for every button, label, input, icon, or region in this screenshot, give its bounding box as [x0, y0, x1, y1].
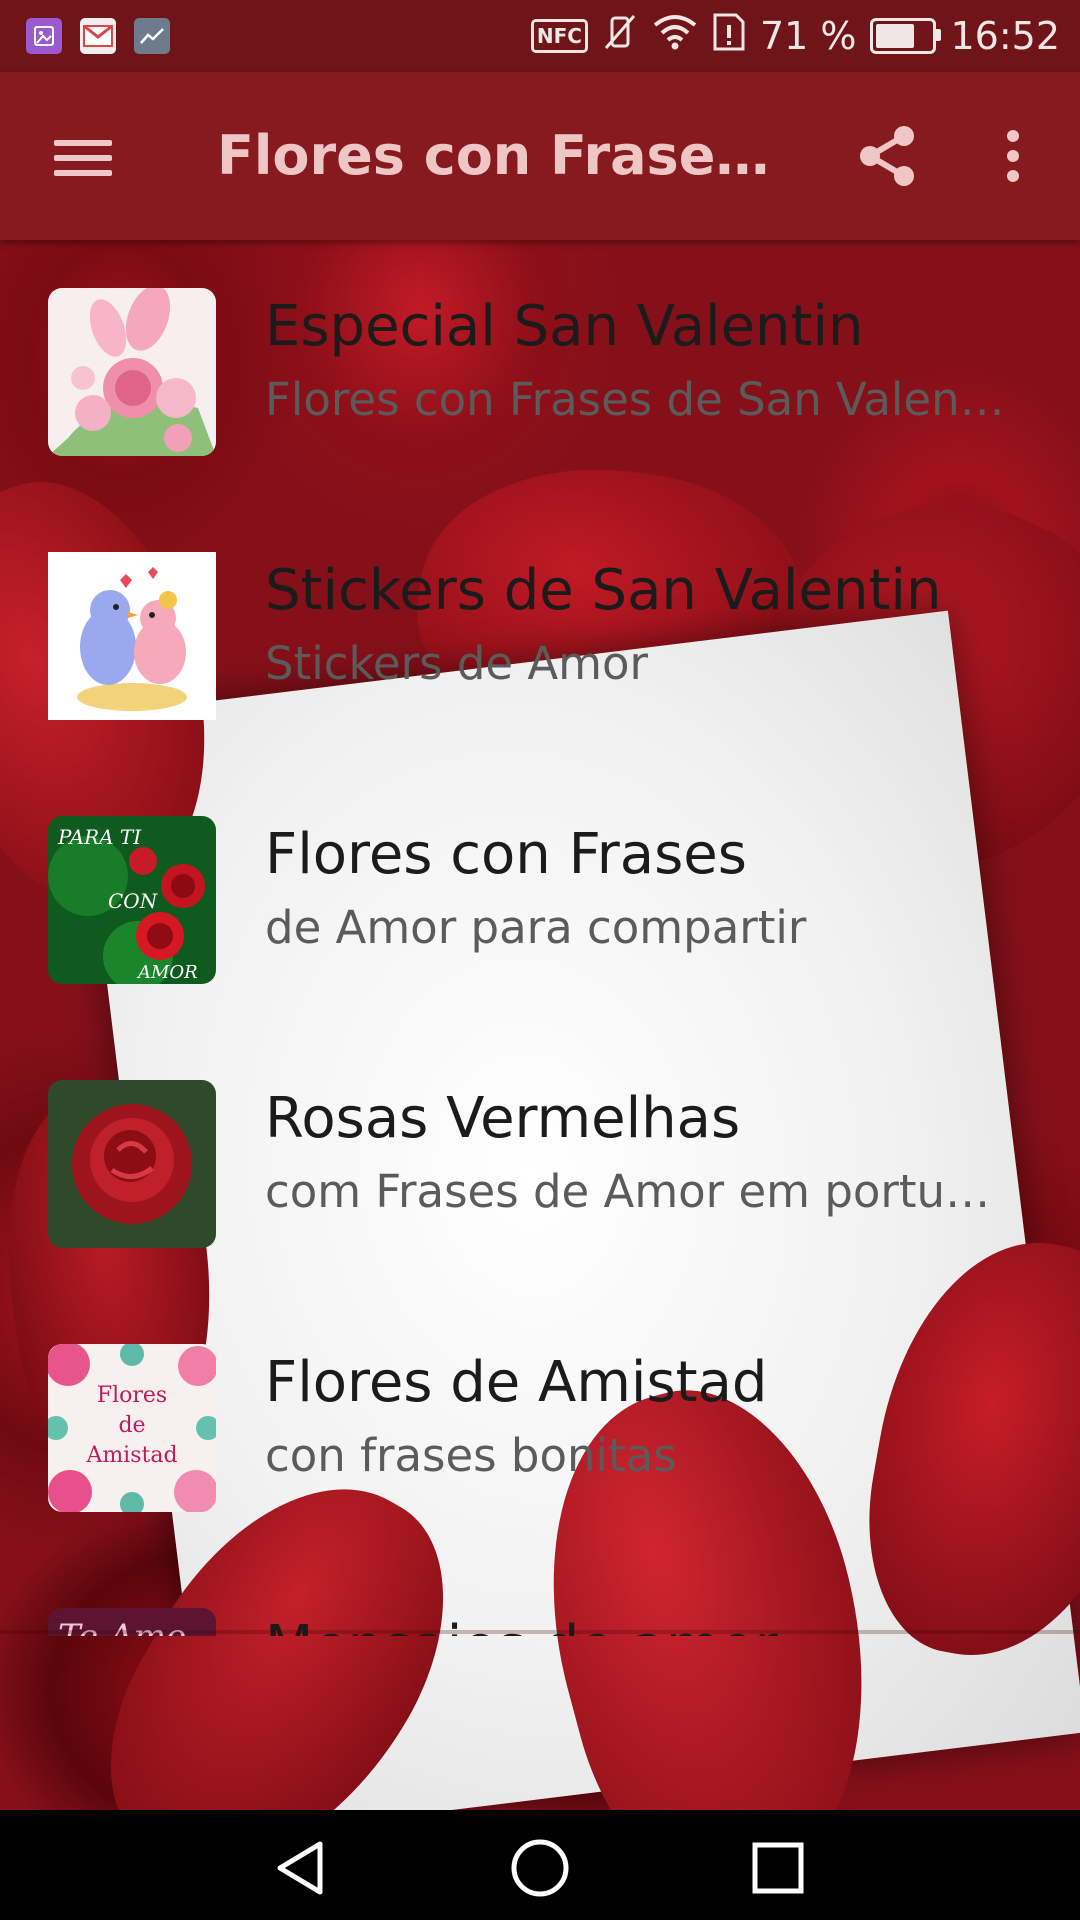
list-item[interactable]: Rosas Vermelhas com Frases de Amor em po… [0, 1032, 1080, 1296]
system-icons: NFC 71 % 16:52 [530, 10, 1060, 62]
love-birds-thumb [48, 552, 216, 720]
battery-percent: 71 % [759, 14, 857, 58]
app-bar: Flores con Frases de Amor [0, 72, 1080, 240]
app-title: Flores con Frases de Amor [217, 124, 787, 187]
status-bar: NFC 71 % 16:52 [0, 0, 1080, 72]
wifi-icon [652, 13, 698, 60]
back-icon[interactable] [262, 1828, 342, 1908]
notification-icons [26, 18, 170, 54]
nfc-icon: NFC [530, 19, 588, 53]
home-icon[interactable] [500, 1828, 580, 1908]
list-item-subtitle: con frases bonitas [265, 1429, 677, 1482]
list-item-subtitle: com Frases de Amor em portugues [265, 1165, 1015, 1218]
thumb-text-de: de [118, 1413, 145, 1438]
thumb-text-flores: Flores [97, 1383, 167, 1408]
screen: NFC 71 % 16:52 Flores con Frases Especia… [0, 0, 1080, 1920]
list-item-title: Flores de Amistad [265, 1350, 768, 1415]
battery-level [876, 24, 915, 48]
thumb-text-para-ti: PARA TI [57, 825, 142, 849]
pink-roses-thumb [48, 288, 216, 456]
thumb-text-amistad: Amistad [85, 1443, 177, 1468]
share-icon[interactable] [852, 120, 924, 192]
red-rose-thumb [48, 1080, 216, 1248]
list-item-subtitle: Stickers de Amor [265, 637, 649, 690]
list-item[interactable]: Te Amo Mensajes de amor [0, 1560, 1080, 1636]
list-item[interactable]: Flores de Amistad Flores de Amistad con … [0, 1296, 1080, 1560]
para-ti-con-amor-thumb: PARA TI CON AMOR [48, 816, 216, 984]
chart-notification-icon [134, 18, 170, 54]
list-item[interactable]: Especial San Valentin Flores con Frases … [0, 240, 1080, 504]
battery-icon [870, 18, 942, 54]
thumb-text-amor: AMOR [136, 962, 198, 983]
clock: 16:52 [950, 14, 1060, 58]
vibrate-off-icon [602, 12, 638, 61]
navigation-bar [0, 1810, 1080, 1920]
list-item[interactable]: PARA TI CON AMOR Flores con Frases de Am… [0, 768, 1080, 1032]
list-bottom-divider [0, 1630, 1080, 1634]
list-item-title: Rosas Vermelhas [265, 1086, 741, 1151]
list-item-title: Flores con Frases [265, 822, 747, 887]
list-item-subtitle: Flores con Frases de San Valentin [265, 373, 1015, 426]
sim-alert-icon [712, 12, 746, 61]
gmail-notification-icon [80, 18, 116, 54]
hamburger-menu-icon[interactable] [44, 122, 124, 192]
list-item[interactable]: Stickers de San Valentin Stickers de Amo… [0, 504, 1080, 768]
thumb-text-con: CON [108, 889, 159, 913]
list-item-title: Especial San Valentin [265, 294, 864, 359]
more-vert-icon[interactable] [988, 120, 1038, 192]
list-item-subtitle: de Amor para compartir [265, 901, 807, 954]
flores-de-amistad-thumb: Flores de Amistad [48, 1344, 216, 1512]
gallery-notification-icon [26, 18, 62, 54]
recents-icon[interactable] [738, 1828, 818, 1908]
app-list: Especial San Valentin Flores con Frases … [0, 240, 1080, 1636]
list-item-title: Stickers de San Valentin [265, 558, 942, 623]
